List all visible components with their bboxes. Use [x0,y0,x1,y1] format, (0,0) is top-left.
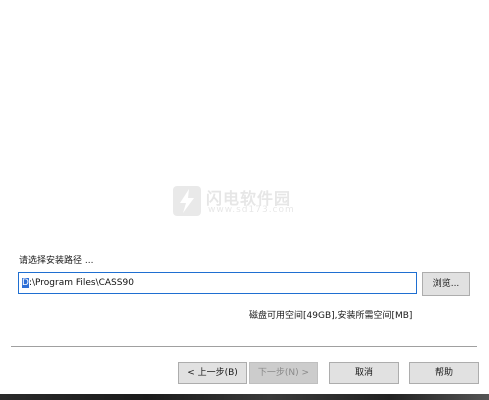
watermark-title: 闪电软件园 [206,189,292,208]
install-path-prompt: 请选择安装路径 ... [19,256,94,266]
next-button[interactable]: 下一步(N) > [249,362,318,384]
lightning-logo-icon [173,186,201,216]
browse-button[interactable]: 浏览... [422,272,470,296]
back-button[interactable]: < 上一步(B) [178,362,247,384]
separator [11,346,477,347]
install-path-text: :\Program Files\CASS90 [28,278,134,288]
watermark: 闪电软件园 www.sd173.com [172,185,312,219]
installer-window: 闪电软件园 www.sd173.com 请选择安装路径 ... D:\Progr… [0,0,489,400]
install-path-selected-text: D [22,278,29,288]
help-button[interactable]: 帮助 [409,362,479,384]
cancel-button[interactable]: 取消 [329,362,399,384]
watermark-url: www.sd173.com [208,205,295,215]
install-path-input[interactable]: D:\Program Files\CASS90 [18,272,417,294]
desktop-background-strip [0,394,489,400]
disk-space-info: 磁盘可用空间[49GB],安装所需空间[MB] [249,311,413,321]
